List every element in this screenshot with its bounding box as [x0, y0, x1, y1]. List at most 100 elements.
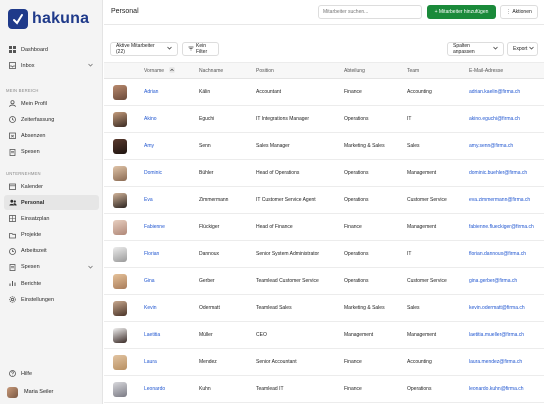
cell-firstname[interactable]: Fabienne	[144, 224, 165, 230]
cell-firstname[interactable]: Amy	[144, 143, 154, 149]
actions-button[interactable]: ⋮ Aktionen	[500, 5, 538, 19]
cell-position: Teamlead IT	[256, 386, 284, 392]
sidebar-item-dashboard[interactable]: Dashboard	[4, 42, 99, 57]
sidebar-item-label: Zeiterfassung	[21, 116, 55, 123]
cell-firstname[interactable]: Dominic	[144, 170, 162, 176]
sidebar-item-label: Spesen	[21, 149, 40, 156]
cell-firstname[interactable]: Eva	[144, 197, 153, 203]
cell-department: Finance	[344, 359, 362, 365]
sidebar-item-label: Absenzen	[21, 132, 46, 139]
employee-photo	[113, 112, 127, 127]
column-header-position[interactable]: Position	[256, 68, 274, 74]
employee-photo	[113, 166, 127, 181]
grid-icon	[8, 45, 17, 54]
table-row[interactable]: Leonardo Kuhn Teamlead IT Finance Operat…	[104, 376, 544, 403]
table-row[interactable]: Amy Senn Sales Manager Marketing & Sales…	[104, 133, 544, 160]
sidebar-item-profile[interactable]: Mein Profil	[4, 96, 99, 111]
sidebar-item-timetracking[interactable]: Zeiterfassung	[4, 112, 99, 127]
cell-team: Customer Service	[407, 278, 447, 284]
cell-firstname[interactable]: Florian	[144, 251, 159, 257]
cell-email[interactable]: dominic.buehler@firma.ch	[469, 170, 527, 176]
cell-department: Finance	[344, 89, 362, 95]
sidebar-item-company-expenses[interactable]: Spesen	[4, 260, 99, 275]
cell-firstname[interactable]: Kevin	[144, 305, 157, 311]
app-logo[interactable]: hakuna	[8, 9, 89, 29]
calendar-x-icon	[8, 131, 17, 140]
user-menu[interactable]: Maria Seiler	[4, 384, 99, 400]
table-row[interactable]: Adrian Kälin Accountant Finance Accounti…	[104, 79, 544, 106]
sidebar-item-worktime[interactable]: Arbeitszeit	[4, 244, 99, 259]
table-row[interactable]: Laetitia Müller CEO Management Managemen…	[104, 322, 544, 349]
table-row[interactable]: Laura Mendez Senior Accountant Finance A…	[104, 349, 544, 376]
employee-photo	[113, 328, 127, 343]
cell-email[interactable]: laetitia.mueller@firma.ch	[469, 332, 524, 338]
cell-department: Operations	[344, 251, 369, 257]
sort-icon[interactable]	[169, 67, 175, 75]
column-header-email[interactable]: E-Mail-Adresse	[469, 68, 503, 74]
page-title: Personal	[111, 8, 139, 15]
cell-team: Accounting	[407, 89, 432, 95]
sidebar-item-absences[interactable]: Absenzen	[4, 128, 99, 143]
table-row[interactable]: Dominic Bühler Head of Operations Operat…	[104, 160, 544, 187]
cell-email[interactable]: leonardo.kuhn@firma.ch	[469, 386, 524, 392]
cell-department: Marketing & Sales	[344, 143, 385, 149]
table-row[interactable]: Kevin Odermatt Teamlead Sales Marketing …	[104, 295, 544, 322]
column-header-department[interactable]: Abteilung	[344, 68, 365, 74]
cell-email[interactable]: eva.zimmermann@firma.ch	[469, 197, 530, 203]
column-header-lastname[interactable]: Nachname	[199, 68, 223, 74]
cell-email[interactable]: kevin.odermatt@firma.ch	[469, 305, 525, 311]
no-filter-button[interactable]: Kein Filter	[182, 42, 219, 56]
cell-department: Marketing & Sales	[344, 305, 385, 311]
cell-firstname[interactable]: Leonardo	[144, 386, 165, 392]
sidebar-item-calendar[interactable]: Kalender	[4, 179, 99, 194]
export-button[interactable]: Export	[507, 42, 538, 56]
cell-firstname[interactable]: Akino	[144, 116, 157, 122]
table-row[interactable]: Gina Gerber Teamlead Customer Service Op…	[104, 268, 544, 295]
cell-team: Sales	[407, 305, 420, 311]
table-row[interactable]: Fabienne Flückiger Head of Finance Finan…	[104, 214, 544, 241]
cell-firstname[interactable]: Gina	[144, 278, 155, 284]
sidebar-item-settings[interactable]: Einstellungen	[4, 292, 99, 307]
cell-firstname[interactable]: Adrian	[144, 89, 158, 95]
chart-icon	[8, 279, 17, 288]
column-header-firstname[interactable]: Vorname	[144, 68, 164, 74]
sidebar-item-label: Kalender	[21, 183, 44, 190]
sidebar-item-projects[interactable]: Projekte	[4, 228, 99, 243]
sidebar-item-help[interactable]: Hilfe	[4, 366, 99, 381]
cell-email[interactable]: laura.mendez@firma.ch	[469, 359, 522, 365]
search-input[interactable]	[318, 5, 422, 19]
cell-email[interactable]: akino.eguchi@firma.ch	[469, 116, 520, 122]
sidebar-item-schedule[interactable]: Einsatzplan	[4, 211, 99, 226]
employee-photo	[113, 274, 127, 289]
cell-email[interactable]: florian.dannoux@firma.ch	[469, 251, 526, 257]
cell-email[interactable]: amy.senn@firma.ch	[469, 143, 513, 149]
nav-my: MEIN BEREICH Mein Profil Zeiterfassung A…	[0, 84, 103, 161]
sidebar-item-inbox[interactable]: Inbox	[4, 58, 99, 73]
cell-firstname[interactable]: Laetitia	[144, 332, 160, 338]
cell-lastname: Müller	[199, 332, 213, 338]
cell-firstname[interactable]: Laura	[144, 359, 157, 365]
nav-company: UNTERNEHMEN Kalender Personal Einsatzpla…	[0, 167, 103, 309]
cell-department: Operations	[344, 278, 369, 284]
column-header-team[interactable]: Team	[407, 68, 419, 74]
add-employee-button[interactable]: + Mitarbeiter hinzufügen	[427, 5, 496, 19]
cell-lastname: Zimmermann	[199, 197, 229, 203]
columns-button[interactable]: Spalten anpassen	[447, 42, 504, 56]
sidebar-item-expenses[interactable]: Spesen	[4, 145, 99, 160]
cell-email[interactable]: adrian.kaelin@firma.ch	[469, 89, 520, 95]
table-row[interactable]: Florian Dannoux Senior System Administra…	[104, 241, 544, 268]
sidebar-item-label: Dashboard	[21, 46, 48, 53]
sidebar-item-reports[interactable]: Berichte	[4, 276, 99, 291]
logo-text: hakuna	[32, 10, 90, 27]
sidebar-item-label: Arbeitszeit	[21, 248, 47, 255]
sidebar-item-personal[interactable]: Personal	[4, 195, 99, 211]
active-employees-filter[interactable]: Aktive Mitarbeiter (22)	[110, 42, 178, 56]
sidebar-item-label: Personal	[21, 199, 45, 206]
table-row[interactable]: Eva Zimmermann IT Customer Service Agent…	[104, 187, 544, 214]
chevron-down-icon	[88, 265, 93, 271]
cell-position: CEO	[256, 332, 267, 338]
sidebar-item-label: Einstellungen	[21, 296, 55, 303]
cell-email[interactable]: fabienne.flueckiger@firma.ch	[469, 224, 534, 230]
table-row[interactable]: Akino Eguchi IT Integrations Manager Ope…	[104, 106, 544, 133]
cell-email[interactable]: gina.gerber@firma.ch	[469, 278, 517, 284]
